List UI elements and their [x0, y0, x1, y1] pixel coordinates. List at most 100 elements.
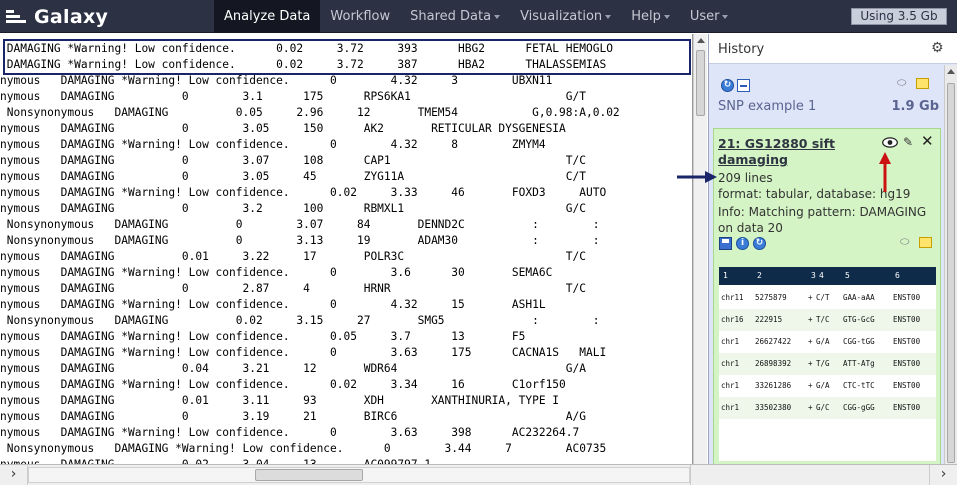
history-header: History ⚙: [709, 34, 957, 64]
scroll-up-icon[interactable]: [947, 69, 955, 74]
peek-cell: CGG-tGG: [843, 337, 875, 346]
center-vertical-scrollbar[interactable]: [693, 34, 707, 464]
scrollbar-thumb[interactable]: [696, 50, 705, 116]
peek-cell: +: [808, 293, 813, 302]
peek-cell: chr1: [721, 337, 740, 346]
nav-user[interactable]: User: [680, 0, 739, 33]
annotation-arrow-up-icon: [879, 152, 891, 192]
pencil-icon[interactable]: ✎: [903, 136, 913, 149]
galaxy-logo[interactable]: Galaxy: [6, 4, 108, 30]
peek-cell: +: [808, 403, 813, 412]
dataset-peek: 1 2 3 4 5 6 chr11 5275879 + C/T GAA-aAA ENST0…: [719, 267, 936, 461]
dataset-item: 21: GS12880 sift damaging ✎ ✕ 209 lines …: [713, 128, 941, 466]
peek-cell: 26898392: [755, 359, 792, 368]
peek-row: chr1 33261286 + G/A CTC-tTC ENST00: [719, 375, 936, 397]
peek-row: chr16 222915 + T/C GTG-GcG ENST00: [719, 309, 936, 331]
dataset-line: nymous DAMAGING 0 3.05 150 AK2 RETICULAR…: [0, 122, 566, 135]
history-scrollbar[interactable]: [944, 65, 957, 464]
info-icon[interactable]: i: [736, 237, 749, 250]
nav-shared-data[interactable]: Shared Data: [400, 0, 510, 33]
scroll-up-icon[interactable]: [697, 38, 705, 43]
dataset-line: DAMAGING *Warning! Low confidence. 0.02 …: [6, 42, 613, 55]
dataset-tag-icon[interactable]: ⬭: [900, 236, 914, 247]
tag-icon[interactable]: ⬭: [897, 77, 911, 88]
scrollbar-thumb[interactable]: [947, 83, 955, 463]
main-nav: Analyze Data Workflow Shared Data Visual…: [214, 0, 738, 33]
dataset-line: nymous DAMAGING 0.04 3.21 12 WDR64 G/A: [0, 362, 586, 375]
peek-row: chr1 33502380 + G/C CGG-gGG ENST00: [719, 397, 936, 419]
dataset-annotation-icon[interactable]: [919, 237, 932, 248]
dataset-line: DAMAGING *Warning! Low confidence. 0.02 …: [6, 58, 607, 71]
peek-cell: ENST00: [893, 381, 921, 390]
history-name[interactable]: SNP example 1: [718, 99, 816, 114]
dataset-line: Nonsynonymous DAMAGING 0 3.13 19 ADAM30 …: [6, 234, 600, 247]
peek-cell: CGG-gGG: [843, 403, 875, 412]
galaxy-logo-icon: [6, 8, 28, 26]
dataset-line: Nonsynonymous DAMAGING 0.05 2.96 12 TMEM…: [6, 106, 620, 119]
peek-cell: CTC-tTC: [843, 381, 875, 390]
dataset-line: nymous DAMAGING 0.01 3.11 93 XDH XANTHIN…: [0, 394, 560, 407]
masthead: Galaxy Analyze Data Workflow Shared Data…: [0, 0, 957, 33]
dataset-text: DAMAGING *Warning! Low confidence. 0.02 …: [0, 41, 620, 464]
dataset-line: nymous DAMAGING 0 3.19 21 BIRC6 A/G: [0, 410, 586, 423]
caret-down-icon: [605, 14, 612, 19]
nav-visualization[interactable]: Visualization: [510, 0, 621, 33]
scrollbar-thumb[interactable]: [255, 469, 363, 481]
peek-cell: 222915: [755, 315, 783, 324]
peek-cell: 33502380: [755, 403, 792, 412]
dataset-line-count: 209 lines: [718, 171, 773, 185]
peek-cell: T/G: [816, 359, 830, 368]
peek-cell: GTG-GcG: [843, 315, 875, 324]
annotation-note-icon[interactable]: [916, 78, 929, 89]
peek-header: 1 2 3 4 5 6: [719, 267, 936, 285]
dataset-line: nymous DAMAGING *Warning! Low confidence…: [0, 378, 566, 391]
peek-col-header: 5: [845, 271, 850, 280]
peek-cell: +: [808, 381, 813, 390]
nav-analyze-data[interactable]: Analyze Data: [214, 0, 321, 33]
peek-cell: ATT-ATg: [843, 359, 875, 368]
panel-splitter[interactable]: [690, 465, 707, 485]
caret-down-icon: [722, 14, 729, 19]
history-panel: History ⚙ ↻ SNP example 1 1.9 Gb ⬭ 21: G…: [708, 34, 957, 466]
peek-cell: GAA-aAA: [843, 293, 875, 302]
dataset-info: Info: Matching pattern: DAMAGING on data…: [718, 205, 927, 235]
refresh-icon[interactable]: ↻: [721, 79, 734, 92]
nav-workflow[interactable]: Workflow: [320, 0, 400, 33]
save-icon[interactable]: [719, 237, 732, 250]
history-size: 1.9 Gb: [891, 99, 939, 114]
brand-name: Galaxy: [34, 6, 109, 28]
peek-col-header: 1: [723, 271, 728, 280]
rerun-icon[interactable]: ↻: [753, 237, 766, 250]
caret-down-icon: [494, 14, 501, 19]
center-horizontal-scrollbar[interactable]: [28, 467, 690, 483]
dataset-line: nymous DAMAGING 0 3.07 108 CAP1 T/C: [0, 154, 586, 167]
gear-icon[interactable]: ⚙: [931, 41, 945, 55]
dataset-line: nymous DAMAGING 0.01 3.22 17 POLR3C T/C: [0, 250, 586, 263]
quota-meter[interactable]: Using 3.5 Gb: [851, 8, 947, 25]
collapse-all-icon[interactable]: [737, 79, 750, 92]
dataset-line: nymous DAMAGING *Warning! Low confidence…: [0, 426, 580, 439]
history-title: History: [718, 42, 765, 57]
dataset-line: nymous DAMAGING 0 2.87 4 HRNR T/C: [0, 282, 586, 295]
dataset-line: Nonsynonymous DAMAGING 0 3.07 84 DENND2C…: [6, 218, 600, 231]
peek-col-header: 3: [811, 271, 816, 280]
left-panel-toggle[interactable]: ›: [0, 465, 28, 485]
dataset-display: DAMAGING *Warning! Low confidence. 0.02 …: [0, 34, 693, 464]
nav-help[interactable]: Help: [621, 0, 680, 33]
right-panel-toggle[interactable]: ›: [929, 465, 957, 485]
peek-col-header: 2: [757, 271, 762, 280]
peek-col-header: 4: [819, 271, 824, 280]
delete-icon[interactable]: ✕: [921, 134, 934, 149]
peek-cell: T/C: [816, 315, 830, 324]
dataset-title[interactable]: 21: GS12880 sift damaging: [718, 136, 870, 168]
peek-row: chr11 5275879 + C/T GAA-aAA ENST00: [719, 287, 936, 309]
peek-col-header: 6: [895, 271, 900, 280]
eye-icon[interactable]: [882, 137, 898, 148]
peek-cell: G/A: [816, 381, 830, 390]
peek-cell: +: [808, 337, 813, 346]
dataset-line: nymous DAMAGING *Warning! Low confidence…: [0, 186, 607, 199]
peek-cell: chr1: [721, 403, 740, 412]
dataset-line: nymous DAMAGING *Warning! Low confidence…: [0, 330, 526, 343]
peek-row: chr1 26898392 + T/G ATT-ATg ENST00: [719, 353, 936, 375]
peek-cell: chr16: [721, 315, 744, 324]
